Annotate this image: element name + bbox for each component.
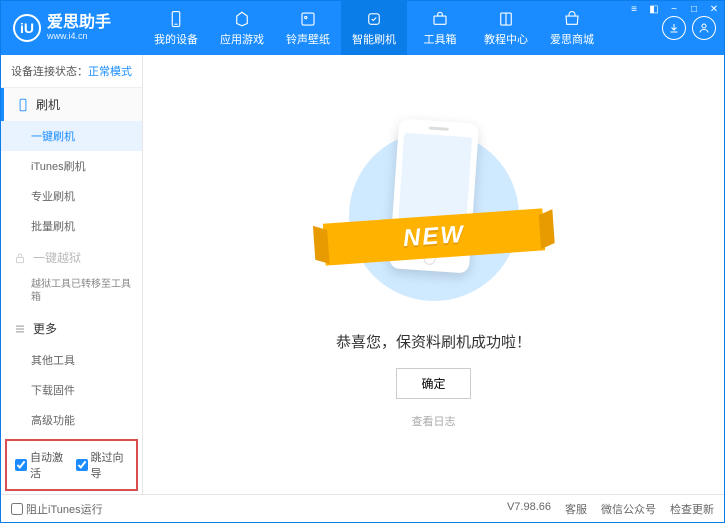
checkbox-skip-wizard[interactable]: 跳过向导 (76, 449, 129, 481)
sidebar: 设备连接状态：正常模式 刷机 一键刷机 iTunes刷机 专业刷机 批量刷机 一… (1, 55, 143, 494)
checkbox-input[interactable] (11, 503, 23, 515)
toolbox-icon (430, 10, 450, 28)
main-panel: NEW 恭喜您，保资料刷机成功啦！ 确定 查看日志 (143, 55, 724, 494)
body: 设备连接状态：正常模式 刷机 一键刷机 iTunes刷机 专业刷机 批量刷机 一… (1, 55, 724, 494)
nav-label: 爱思商城 (550, 31, 594, 47)
close-icon[interactable]: ✕ (707, 2, 721, 16)
app-window: ≡ ◧ − □ ✕ iU 爱思助手 www.i4.cn 我的设备 应用游戏 (0, 0, 725, 523)
main-nav: 我的设备 应用游戏 铃声壁纸 智能刷机 工具箱 教程中心 (143, 1, 662, 55)
download-icon[interactable] (662, 16, 686, 40)
checkbox-input[interactable] (76, 459, 88, 471)
skin-icon[interactable]: ◧ (647, 2, 661, 16)
phone-icon (16, 98, 30, 112)
checkbox-auto-activate[interactable]: 自动激活 (15, 449, 68, 481)
section-title: 一键越狱 (33, 249, 81, 266)
nav-apps[interactable]: 应用游戏 (209, 1, 275, 55)
section-flash[interactable]: 刷机 (1, 88, 142, 121)
sidebar-item-batch-flash[interactable]: 批量刷机 (1, 211, 142, 241)
nav-store[interactable]: 爱思商城 (539, 1, 605, 55)
user-icon[interactable] (692, 16, 716, 40)
checkbox-label: 阻止iTunes运行 (26, 501, 103, 517)
list-icon (13, 322, 27, 336)
nav-my-device[interactable]: 我的设备 (143, 1, 209, 55)
nav-flash[interactable]: 智能刷机 (341, 1, 407, 55)
sidebar-item-oneclick-flash[interactable]: 一键刷机 (1, 121, 142, 151)
nav-label: 智能刷机 (352, 31, 396, 47)
book-icon (496, 10, 516, 28)
view-log-link[interactable]: 查看日志 (412, 413, 456, 429)
apps-icon (232, 10, 252, 28)
version-label: V7.98.66 (507, 501, 551, 517)
maximize-icon[interactable]: □ (687, 2, 701, 16)
flash-icon (364, 10, 384, 28)
sidebar-item-pro-flash[interactable]: 专业刷机 (1, 181, 142, 211)
titlebar: ≡ ◧ − □ ✕ iU 爱思助手 www.i4.cn 我的设备 应用游戏 (1, 1, 724, 55)
ribbon-text: NEW (402, 220, 466, 252)
sidebar-item-download-firmware[interactable]: 下载固件 (1, 375, 142, 405)
nav-label: 教程中心 (484, 31, 528, 47)
minimize-icon[interactable]: − (667, 2, 681, 16)
footer: 阻止iTunes运行 V7.98.66 客服 微信公众号 检查更新 (1, 494, 724, 522)
menu-icon[interactable]: ≡ (627, 2, 641, 16)
success-illustration: NEW (334, 121, 534, 311)
window-controls: ≡ ◧ − □ ✕ (627, 2, 721, 16)
nav-label: 我的设备 (154, 31, 198, 47)
checkbox-block-itunes[interactable]: 阻止iTunes运行 (11, 501, 103, 517)
footer-update[interactable]: 检查更新 (670, 501, 714, 517)
nav-ringtones[interactable]: 铃声壁纸 (275, 1, 341, 55)
section-title: 更多 (33, 320, 57, 337)
section-more[interactable]: 更多 (1, 312, 142, 345)
success-message: 恭喜您，保资料刷机成功啦！ (336, 331, 531, 352)
section-jailbreak: 一键越狱 (1, 241, 142, 274)
connection-status: 设备连接状态：正常模式 (1, 55, 142, 88)
nav-toolbox[interactable]: 工具箱 (407, 1, 473, 55)
checkbox-input[interactable] (15, 459, 27, 471)
title-right (662, 16, 716, 40)
status-value: 正常模式 (88, 66, 132, 78)
section-title: 刷机 (36, 96, 60, 113)
logo-icon: iU (13, 14, 41, 42)
app-url: www.i4.cn (47, 31, 111, 41)
sidebar-item-itunes-flash[interactable]: iTunes刷机 (1, 151, 142, 181)
sidebar-item-other-tools[interactable]: 其他工具 (1, 345, 142, 375)
wallpaper-icon (298, 10, 318, 28)
nav-label: 应用游戏 (220, 31, 264, 47)
phone-icon (166, 10, 186, 28)
nav-label: 铃声壁纸 (286, 31, 330, 47)
store-icon (562, 10, 582, 28)
sidebar-item-advanced[interactable]: 高级功能 (1, 405, 142, 435)
jailbreak-note: 越狱工具已转移至工具箱 (1, 274, 142, 312)
checkbox-label: 自动激活 (30, 449, 68, 481)
app-name: 爱思助手 (47, 15, 111, 31)
status-label: 设备连接状态： (11, 66, 88, 78)
nav-label: 工具箱 (424, 31, 457, 47)
logo: iU 爱思助手 www.i4.cn (13, 14, 143, 42)
lock-icon (13, 251, 27, 265)
footer-service[interactable]: 客服 (565, 501, 587, 517)
options-highlight-box: 自动激活 跳过向导 (5, 439, 138, 491)
ok-button[interactable]: 确定 (396, 368, 470, 399)
footer-wechat[interactable]: 微信公众号 (601, 501, 656, 517)
checkbox-label: 跳过向导 (91, 449, 129, 481)
nav-tutorials[interactable]: 教程中心 (473, 1, 539, 55)
